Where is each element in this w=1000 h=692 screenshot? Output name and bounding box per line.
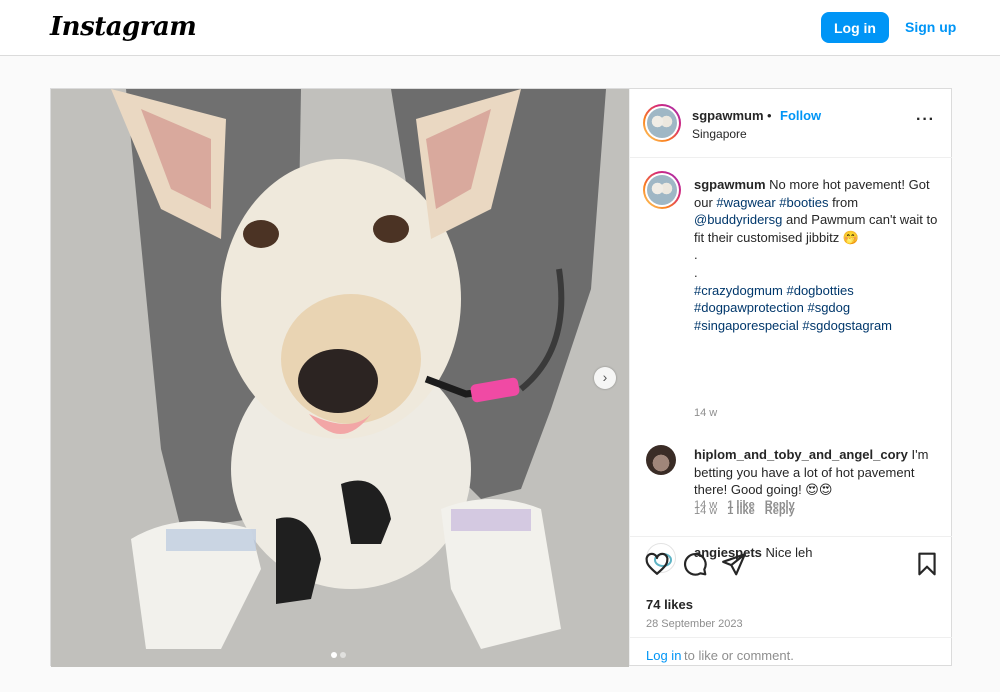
caption-meta: 14 w: [694, 407, 727, 419]
more-options-icon[interactable]: ···: [916, 112, 935, 128]
comments-section: sgpawmum No more hot pavement! Got our #…: [630, 159, 952, 573]
caption-dot-line: .: [694, 247, 698, 263]
post-photo[interactable]: ›: [51, 89, 629, 667]
caption-time[interactable]: 14 w: [694, 407, 717, 419]
save-bookmark-icon[interactable]: [914, 551, 940, 577]
post-sidebar: sgpawmum • Follow Singapore ··· sgpawmum…: [629, 89, 952, 666]
reply-button[interactable]: Reply: [765, 499, 795, 511]
avatar[interactable]: [643, 104, 681, 142]
avatar-image: [647, 175, 677, 205]
mention-buddyridersg[interactable]: @buddyridersg: [694, 212, 782, 227]
carousel-dots: [331, 645, 349, 663]
share-paper-plane-icon[interactable]: [721, 551, 747, 577]
comment-meta: 14 w 1 like Reply: [694, 499, 805, 511]
carousel-next-arrow[interactable]: ›: [594, 367, 616, 389]
likes-count[interactable]: 74 likes: [646, 597, 693, 612]
top-navigation-bar: Instagram Log in Sign up: [0, 0, 1000, 56]
post-date[interactable]: 28 September 2023: [646, 618, 743, 630]
dog-photo-illustration: [51, 89, 629, 667]
caption-text: sgpawmum No more hot pavement! Got our #…: [694, 176, 939, 334]
login-prompt-link[interactable]: Log in: [646, 648, 681, 663]
carousel-dot: [340, 652, 346, 658]
post-actions: 74 likes 28 September 2023 Log in to lik…: [630, 536, 952, 666]
post-card: › sgpawmum • Follow Singapore ··· sgpawm…: [50, 88, 952, 667]
post-location[interactable]: Singapore: [692, 127, 747, 141]
author-username[interactable]: sgpawmum: [692, 108, 764, 123]
caption-avatar[interactable]: [643, 171, 681, 209]
login-prompt-text: to like or comment.: [684, 648, 794, 663]
caption-username[interactable]: sgpawmum: [694, 177, 766, 192]
comment-text: hiplom_and_toby_and_angel_cory I'm betti…: [694, 446, 939, 499]
avatar-image: [647, 108, 677, 138]
hashtags-line-2[interactable]: #dogpawprotection #sgdog: [694, 300, 850, 315]
hashtags-line-1[interactable]: #crazydogmum #dogbotties: [694, 283, 854, 298]
carousel-dot-active: [331, 652, 337, 658]
comment-username[interactable]: hiplom_and_toby_and_angel_cory: [694, 447, 908, 462]
caption-dot-line: .: [694, 264, 698, 280]
separator-dot: •: [767, 108, 772, 123]
comment-bubble-icon[interactable]: [682, 551, 708, 577]
hashtag-booties[interactable]: #booties: [779, 195, 828, 210]
post-header: sgpawmum • Follow Singapore ···: [630, 89, 952, 158]
follow-button[interactable]: Follow: [780, 108, 821, 123]
signup-link[interactable]: Sign up: [905, 19, 956, 35]
login-button[interactable]: Log in: [821, 12, 889, 43]
commenter-avatar[interactable]: [646, 445, 676, 475]
like-heart-icon[interactable]: [644, 551, 670, 577]
login-prompt: Log in to like or comment.: [630, 637, 952, 667]
comment-time[interactable]: 14 w: [694, 499, 717, 511]
comment-likes[interactable]: 1 like: [727, 499, 755, 511]
instagram-logo[interactable]: Instagram: [50, 12, 197, 42]
caption-text-2: from: [828, 194, 859, 210]
hashtags-line-3[interactable]: #singaporespecial #sgdogstagram: [694, 318, 892, 333]
hashtag-wagwear[interactable]: #wagwear: [716, 195, 775, 210]
